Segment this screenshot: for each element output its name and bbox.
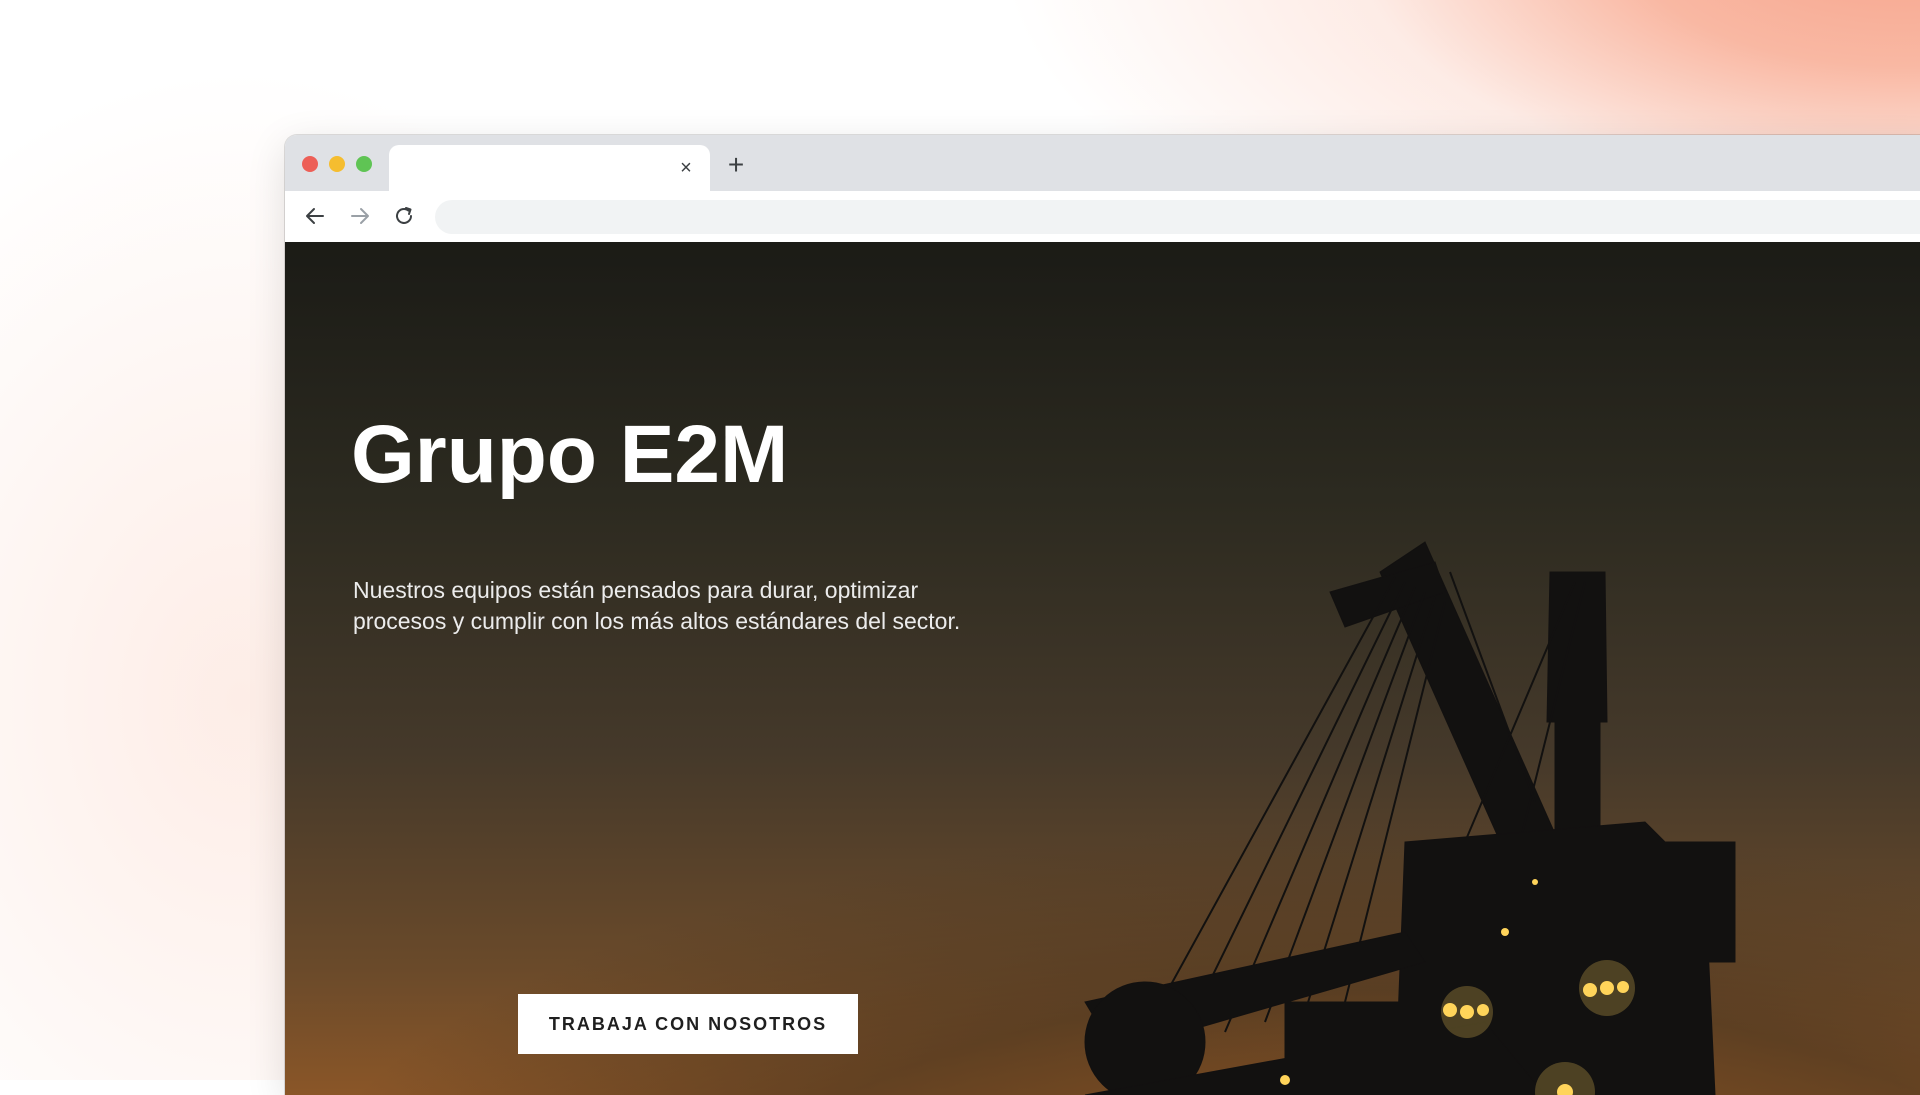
page-title: Grupo E2M [351,409,789,500]
window-close-button[interactable] [302,156,318,172]
window-minimize-button[interactable] [329,156,345,172]
hero-section: Grupo E2M Nuestros equipos están pensado… [285,242,1920,1095]
work-with-us-button[interactable]: TRABAJA CON NOSOTROS [518,994,858,1054]
close-icon[interactable]: × [676,158,696,178]
address-bar[interactable] [435,200,1920,234]
hero-description: Nuestros equipos están pensados para dur… [353,577,961,634]
back-arrow-icon[interactable] [301,202,329,230]
window-maximize-button[interactable] [356,156,372,172]
forward-arrow-icon[interactable] [346,202,374,230]
reload-icon[interactable] [390,202,418,230]
tab-strip: × + [285,135,1920,191]
browser-window: × + Grupo E2M Nuestros equipos están pen… [285,135,1920,1095]
browser-tab[interactable]: × [389,145,710,191]
bucket-wheel-excavator-image [1084,541,1736,1095]
plus-icon[interactable]: + [724,151,748,179]
browser-toolbar [285,191,1920,243]
